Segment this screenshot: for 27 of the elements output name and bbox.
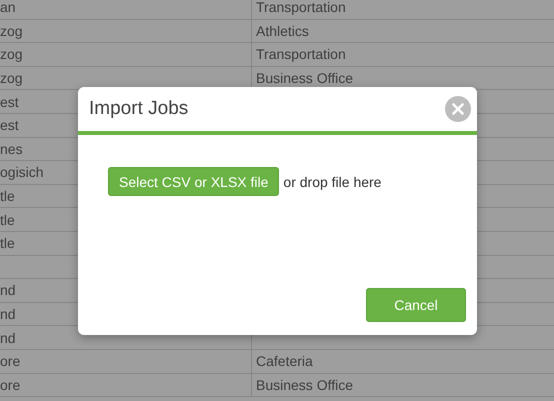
drop-hint: or drop file here: [283, 174, 382, 190]
table-cell: nd: [0, 330, 16, 346]
table-cell: est: [0, 117, 19, 134]
table-cell: est: [0, 94, 19, 110]
table-cell: ore: [0, 376, 20, 393]
table-cell: zog: [0, 46, 23, 62]
table-cell: zog: [0, 70, 23, 86]
table-cell: nes: [0, 140, 23, 157]
table-cell: nd: [0, 282, 16, 298]
table-cell: Business Office: [256, 70, 354, 86]
table-cell: Transportation: [256, 0, 346, 16]
table-cell: tle: [0, 188, 15, 204]
table-cell: nd: [0, 306, 16, 322]
table-cell: ogisich: [0, 164, 44, 180]
cancel-button[interactable]: Cancel: [366, 288, 466, 322]
close-icon[interactable]: [445, 96, 471, 122]
table-cell: Athletics: [256, 22, 309, 39]
table-cell: an: [0, 0, 16, 16]
table-cell: zog: [0, 22, 23, 39]
table-cell: ore: [0, 353, 20, 370]
table-cell: tle: [0, 212, 15, 228]
table-cell: Cafeteria: [256, 353, 313, 370]
select-file-button[interactable]: Select CSV or XLSX file: [108, 167, 280, 196]
table-cell: tle: [0, 235, 15, 252]
dialog-title: Import Jobs: [89, 98, 188, 120]
table-cell: Transportation: [256, 46, 346, 62]
table-cell: Business Office: [256, 376, 354, 393]
